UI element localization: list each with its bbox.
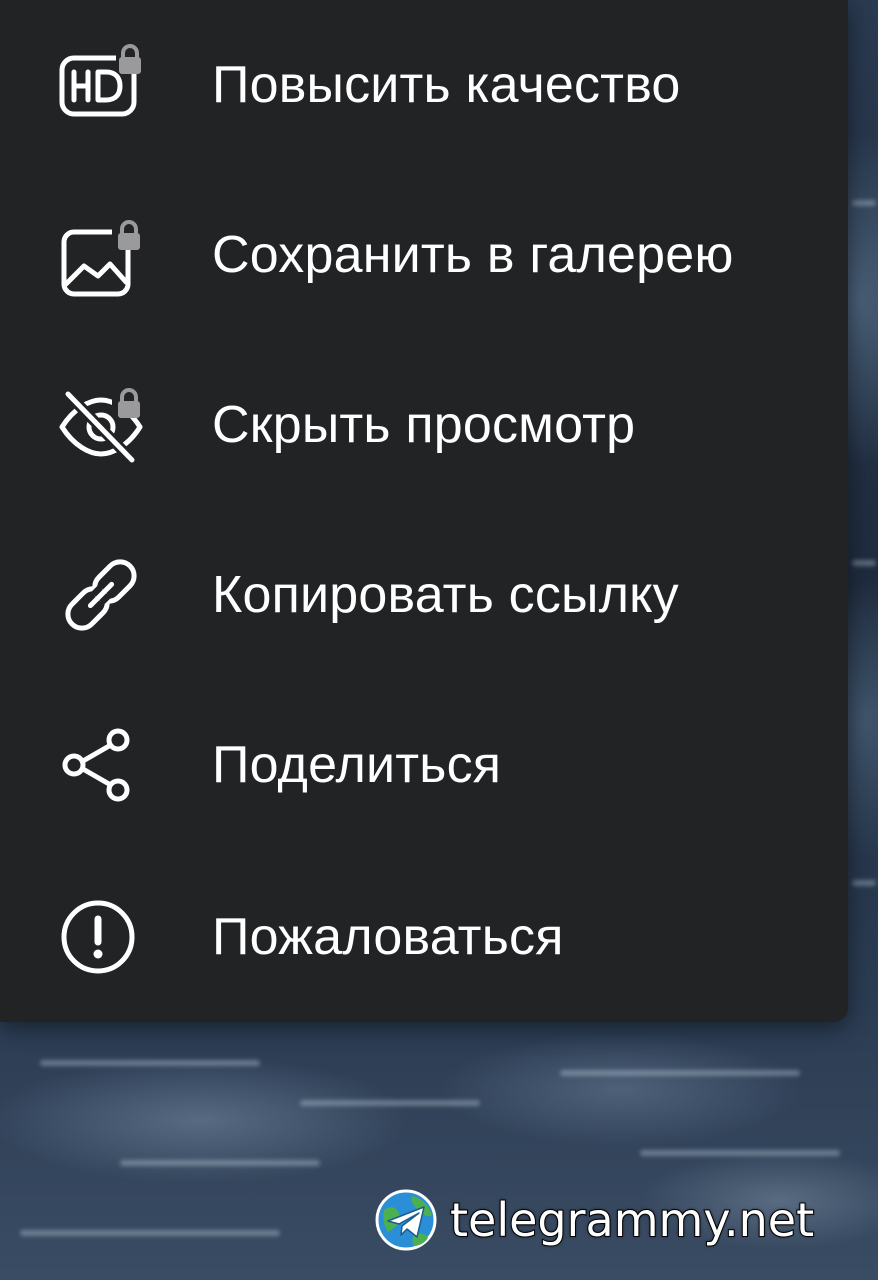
sea-foam	[640, 1150, 840, 1156]
sea-foam	[300, 1100, 480, 1106]
watermark: telegrammy.net	[374, 1188, 815, 1252]
sea-foam	[852, 200, 876, 206]
link-icon	[65, 559, 137, 631]
menu-item-label: Копировать ссылку	[212, 566, 679, 624]
menu-item-label: Пожаловаться	[212, 908, 564, 966]
menu-item-label: Скрыть просмотр	[212, 396, 636, 454]
menu-item-hide-view[interactable]: Скрыть просмотр	[0, 340, 848, 510]
hd-icon	[59, 40, 146, 117]
sea-foam	[20, 1230, 280, 1236]
eye-off-icon	[59, 382, 146, 466]
share-icon	[62, 728, 130, 802]
gallery-image-icon	[61, 214, 146, 297]
menu-item-copy-link[interactable]: Копировать ссылку	[0, 510, 848, 680]
menu-item-share[interactable]: Поделиться	[0, 680, 848, 850]
menu-item-report[interactable]: Пожаловаться	[0, 852, 848, 1022]
menu-item-improve-quality[interactable]: Повысить качество	[0, 0, 848, 170]
story-context-menu: Повысить качество Сохранить в галерею Ск…	[0, 0, 848, 1022]
sea-foam	[852, 880, 876, 886]
menu-item-save-to-gallery[interactable]: Сохранить в галерею	[0, 170, 848, 340]
telegram-globe-icon	[375, 1189, 437, 1251]
sea-foam	[120, 1160, 320, 1166]
menu-item-label: Поделиться	[212, 736, 502, 794]
menu-item-label: Сохранить в галерею	[212, 226, 734, 284]
sea-foam	[560, 1070, 800, 1076]
report-icon	[61, 900, 135, 974]
watermark-text: telegrammy.net	[449, 1192, 815, 1248]
sea-foam	[852, 560, 876, 566]
menu-item-label: Повысить качество	[212, 56, 681, 114]
sea-foam	[40, 1060, 260, 1066]
